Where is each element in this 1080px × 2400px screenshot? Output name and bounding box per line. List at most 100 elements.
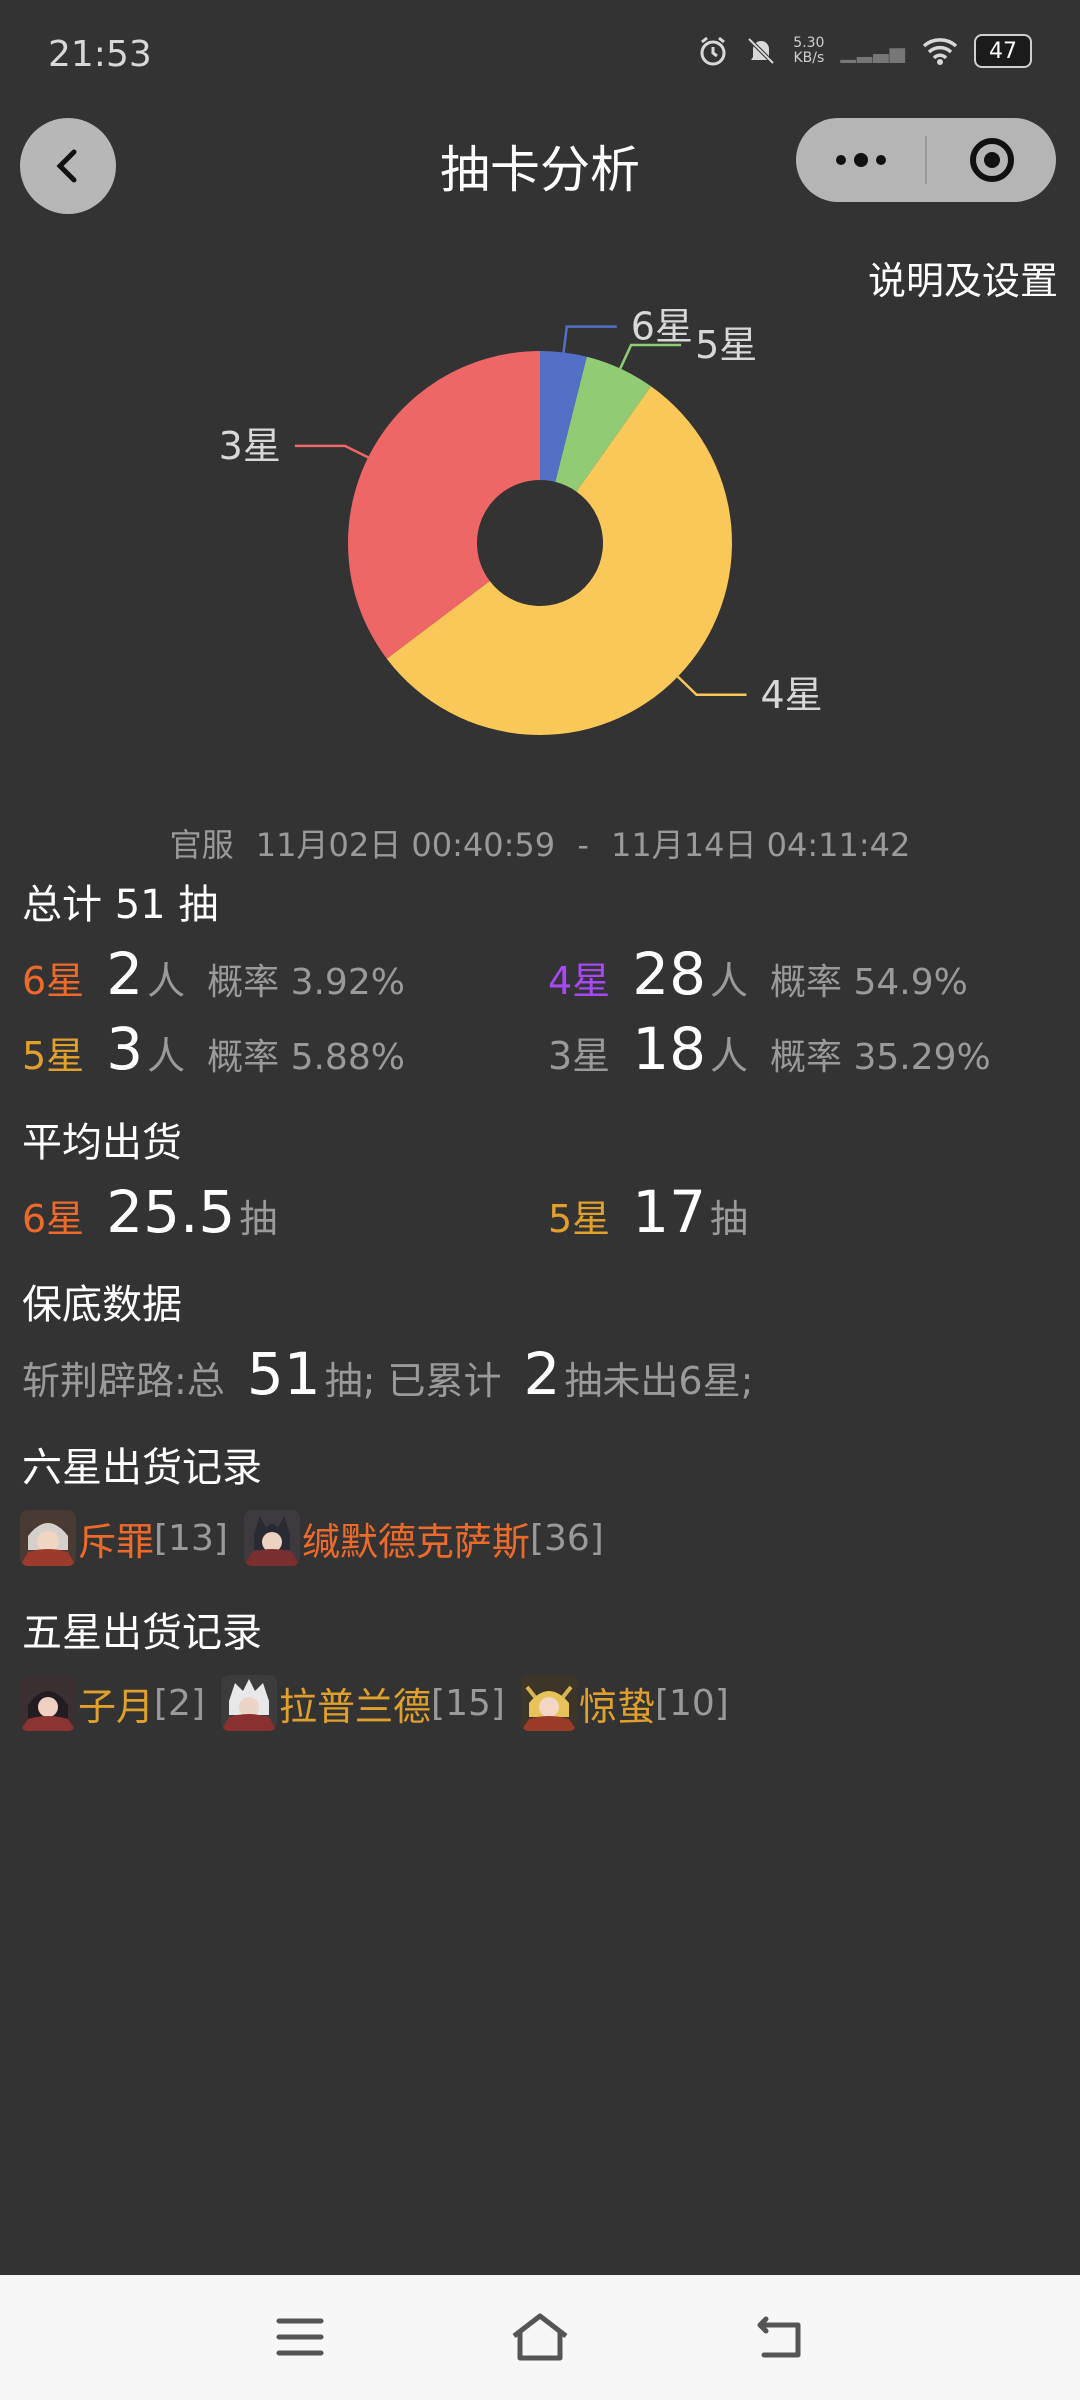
- rate-value: 35.29%: [853, 1037, 991, 1078]
- average-5star: 5星 17 抽: [548, 1178, 748, 1246]
- star-label: 3星: [548, 1034, 611, 1078]
- pie-label-2: 5星: [695, 323, 757, 367]
- operator-name: 缄默德克萨斯: [301, 1519, 530, 1564]
- rate-label: 概率: [207, 1037, 280, 1078]
- operator-pull-count: [36]: [529, 1517, 604, 1559]
- rate-label: 概率: [207, 962, 280, 1003]
- status-icons: 5.30 KB/s ▁▂▃▅ 47: [697, 34, 1032, 68]
- six-star-records-title: 六星出货记录: [22, 1445, 262, 1491]
- summary-title: 总计 51 抽: [22, 882, 219, 928]
- range-separator: -: [577, 826, 589, 864]
- summary-5star: 5星 3 人 概率 5.88%: [22, 1015, 405, 1083]
- average-title: 平均出货: [22, 1120, 182, 1166]
- operator-name: 拉普兰德: [279, 1684, 432, 1729]
- star-label: 5星: [22, 1034, 85, 1078]
- record-item: 拉普兰德 [15]: [221, 1675, 505, 1731]
- more-icon: [835, 153, 886, 167]
- pity-total: 51: [246, 1340, 321, 1408]
- operator-avatar: [20, 1510, 76, 1566]
- unit-label: 人: [710, 1034, 749, 1078]
- count-value: 3: [106, 1015, 144, 1083]
- menu-button[interactable]: [270, 2307, 330, 2367]
- summary-3star: 3星 18 人 概率 35.29%: [548, 1015, 991, 1083]
- back-system-button[interactable]: [750, 2307, 810, 2367]
- rate-value: 5.88%: [290, 1037, 405, 1078]
- operator-avatar: [20, 1675, 76, 1731]
- home-icon: [512, 2313, 568, 2361]
- unit-label: 抽: [710, 1197, 749, 1241]
- range-end: 11月14日 04:11:42: [611, 826, 911, 864]
- rate-label: 概率: [770, 1037, 843, 1078]
- operator-avatar: [243, 1510, 300, 1566]
- system-nav-bar: [0, 2275, 1080, 2400]
- more-button[interactable]: [796, 118, 925, 202]
- six-star-records: 斥罪 [13] 缄默德克萨斯 [36]: [20, 1510, 620, 1566]
- count-value: 28: [632, 940, 706, 1008]
- operator-pull-count: [10]: [654, 1682, 729, 1724]
- mute-icon: [747, 37, 775, 65]
- rate: 概率 3.92%: [207, 953, 405, 1005]
- count-value: 2: [106, 940, 144, 1008]
- server-label: 官服: [169, 826, 234, 864]
- pity-tail-text: 抽未出6星;: [564, 1359, 754, 1403]
- pity-row: 斩荆辟路:总 51 抽; 已累计 2 抽未出6星;: [0, 1340, 1080, 1412]
- net-speed: 5.30 KB/s: [793, 36, 824, 66]
- five-star-records-title: 五星出货记录: [22, 1610, 262, 1656]
- pity-mid-text: 抽; 已累计: [324, 1359, 502, 1403]
- net-speed-unit: KB/s: [793, 50, 825, 66]
- leader-line-3: [676, 675, 747, 697]
- star-label: 4星: [548, 959, 611, 1003]
- battery-icon: 47: [974, 34, 1032, 68]
- operator-name: 惊蛰: [578, 1684, 655, 1729]
- nav-bar: 抽卡分析: [0, 110, 1080, 220]
- pie-label-3: 4星: [761, 673, 823, 717]
- star-label: 6星: [22, 959, 85, 1003]
- pool-label: 斩荆辟路:总: [22, 1359, 225, 1403]
- operator-avatar: [520, 1675, 577, 1731]
- home-button[interactable]: [510, 2307, 570, 2367]
- record-item: 惊蛰 [10]: [520, 1675, 729, 1731]
- capsule-menu: [796, 118, 1056, 202]
- unit-label: 人: [710, 959, 749, 1003]
- rate: 概率 54.9%: [770, 953, 968, 1005]
- summary-row-1: 6星 2 人 概率 3.92% 4星 28 人 概率 54.9%: [0, 940, 1080, 1012]
- average-6star: 6星 25.5 抽: [22, 1178, 277, 1246]
- record-item: 缄默德克萨斯 [36]: [243, 1510, 604, 1566]
- operator-pull-count: [15]: [431, 1682, 505, 1724]
- average-row: 6星 25.5 抽 5星 17 抽: [0, 1178, 1080, 1250]
- alarm-icon: [700, 36, 726, 66]
- count-value: 18: [632, 1015, 706, 1083]
- rate-value: 3.92%: [290, 962, 405, 1003]
- rate: 概率 5.88%: [207, 1028, 405, 1080]
- operator-name: 斥罪: [78, 1519, 155, 1564]
- operator-pull-count: [13]: [154, 1517, 228, 1559]
- pie-label-1: 6星: [631, 305, 693, 349]
- target-icon: [969, 138, 1014, 182]
- summary-4star: 4星 28 人 概率 54.9%: [548, 940, 968, 1008]
- pity-accumulated: 2: [523, 1340, 561, 1408]
- summary-6star: 6星 2 人 概率 3.92%: [22, 940, 405, 1008]
- unit-label: 人: [147, 1034, 186, 1078]
- pity-title: 保底数据: [22, 1282, 182, 1328]
- five-star-records: 子月 [2] 拉普兰德 [15] 惊蛰 [10]: [20, 1675, 745, 1731]
- pity-info: 斩荆辟路:总 51 抽; 已累计 2 抽未出6星;: [22, 1340, 753, 1408]
- leader-line-4: [294, 444, 369, 459]
- unit-label: 抽: [239, 1197, 278, 1241]
- pie-label-4: 3星: [219, 424, 281, 468]
- average-value: 25.5: [106, 1178, 236, 1246]
- close-miniprogram-button[interactable]: [927, 118, 1056, 202]
- star-label: 5星: [548, 1197, 611, 1241]
- operator-pull-count: [2]: [154, 1682, 206, 1724]
- average-value: 17: [632, 1178, 706, 1246]
- gacha-pie-chart: 6星 5星 4星 3星: [219, 305, 823, 736]
- rate-label: 概率: [770, 962, 843, 1003]
- record-item: 子月 [2]: [20, 1675, 205, 1731]
- operator-name: 子月: [78, 1684, 155, 1729]
- range-start: 11月02日 00:40:59: [255, 826, 556, 864]
- record-item: 斥罪 [13]: [20, 1510, 228, 1566]
- status-bar: 21:53 5.30 KB/s ▁▂▃▅ 47: [0, 0, 1080, 110]
- signal-icon: ▁▂▃▅: [840, 39, 906, 63]
- unit-label: 人: [147, 959, 186, 1003]
- star-label: 6星: [22, 1197, 85, 1241]
- back-arrow-icon: [757, 2316, 801, 2358]
